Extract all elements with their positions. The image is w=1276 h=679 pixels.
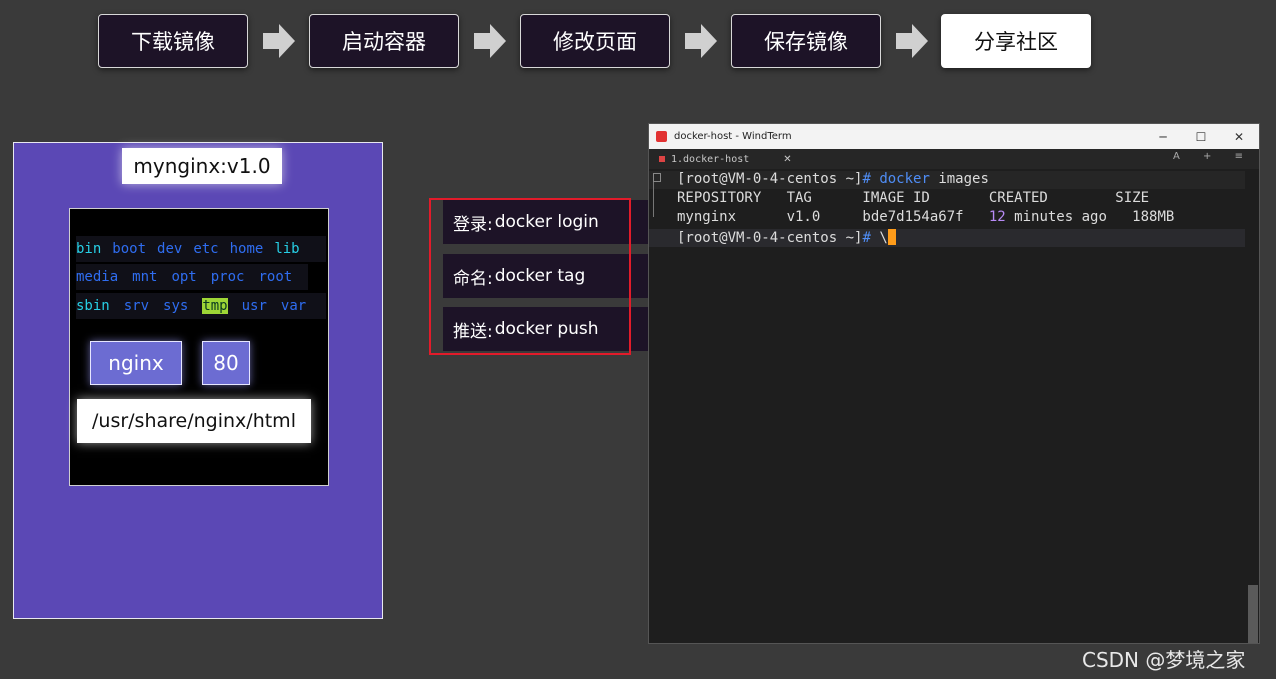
app-box: nginx bbox=[90, 341, 182, 385]
terminal-output[interactable]: [root@VM-0-4-centos ~]# docker images RE… bbox=[649, 169, 1247, 645]
arrow-right-icon bbox=[263, 24, 295, 58]
command-text: docker login bbox=[494, 212, 599, 232]
tab-bar: 1.docker-host ✕ A + ≡ bbox=[649, 149, 1259, 169]
prompt-tail: \ bbox=[879, 230, 888, 246]
image-card-title: mynginx:v1.0 bbox=[122, 148, 282, 184]
dir-label: etc bbox=[193, 241, 219, 257]
dir-label: lib bbox=[274, 241, 300, 257]
minimize-button[interactable]: ─ bbox=[1145, 124, 1181, 149]
dir-label: boot bbox=[112, 241, 147, 257]
command-text: docker push bbox=[494, 319, 599, 339]
dir-label: root bbox=[258, 269, 293, 285]
fs-row-2: media mnt opt proc root bbox=[76, 264, 308, 290]
html-path-box: /usr/share/nginx/html bbox=[77, 399, 311, 443]
terminal-line-command: [root@VM-0-4-centos ~]# docker images bbox=[677, 171, 989, 187]
dir-label: var bbox=[280, 298, 307, 314]
dir-label: opt bbox=[171, 269, 197, 285]
tab-tools[interactable]: A + ≡ bbox=[1173, 151, 1253, 162]
dir-label: sys bbox=[163, 298, 189, 314]
step-share-community: 分享社区 bbox=[941, 14, 1091, 68]
dir-label: srv bbox=[123, 298, 150, 314]
arrow-right-icon bbox=[685, 24, 717, 58]
dir-label: home bbox=[229, 241, 264, 257]
terminal-line-image-row: mynginx v1.0 bde7d154a67f 12 minutes ago… bbox=[677, 209, 1174, 225]
tab-docker-host[interactable]: 1.docker-host bbox=[671, 154, 749, 165]
row-repo: mynginx v1.0 bde7d154a67f bbox=[677, 209, 989, 225]
filesystem-panel: bin boot dev etc home lib media mnt opt … bbox=[69, 208, 329, 486]
title-bar[interactable]: docker-host - WindTerm ─ ☐ ✕ bbox=[649, 124, 1259, 149]
dir-label: bin bbox=[76, 241, 102, 257]
command-label: 登录: bbox=[453, 214, 493, 235]
terminal-window[interactable]: docker-host - WindTerm ─ ☐ ✕ 1.docker-ho… bbox=[648, 123, 1260, 644]
text-cursor bbox=[887, 229, 896, 245]
window-title: docker-host - WindTerm bbox=[674, 131, 792, 142]
arrow-right-icon bbox=[474, 24, 506, 58]
command-login: 登录: docker login bbox=[443, 200, 648, 244]
watermark: CSDN @梦境之家 bbox=[1082, 648, 1246, 672]
dir-label: mnt bbox=[132, 269, 158, 285]
row-rest: minutes ago 188MB bbox=[1005, 209, 1175, 225]
command-text: docker tag bbox=[494, 266, 586, 286]
command-label: 推送: bbox=[453, 321, 493, 342]
scrollbar-thumb[interactable] bbox=[1248, 585, 1258, 643]
step-download-image: 下载镜像 bbox=[98, 14, 248, 68]
command-tag: 命名: docker tag bbox=[443, 254, 648, 298]
prompt-hash: # bbox=[862, 230, 871, 246]
dir-label: sbin bbox=[76, 298, 110, 314]
arrow-right-icon bbox=[896, 24, 928, 58]
app-icon bbox=[656, 131, 667, 142]
dir-label: usr bbox=[241, 298, 267, 314]
step-start-container: 启动容器 bbox=[309, 14, 459, 68]
image-card: mynginx:v1.0 bin boot dev etc home lib m… bbox=[13, 142, 383, 619]
command-push: 推送: docker push bbox=[443, 307, 648, 351]
prompt: [root@VM-0-4-centos ~] bbox=[677, 230, 863, 246]
close-button[interactable]: ✕ bbox=[1221, 124, 1257, 149]
command-label: 命名: bbox=[453, 268, 493, 289]
dir-label: proc bbox=[210, 269, 245, 285]
terminal-line-prompt: [root@VM-0-4-centos ~]# \ bbox=[677, 229, 896, 246]
session-icon bbox=[659, 156, 665, 162]
maximize-button[interactable]: ☐ bbox=[1183, 124, 1219, 149]
scrollbar[interactable] bbox=[1247, 169, 1259, 643]
fs-row-1: bin boot dev etc home lib bbox=[76, 236, 326, 262]
port-box: 80 bbox=[202, 341, 250, 385]
step-modify-page: 修改页面 bbox=[520, 14, 670, 68]
prompt: [root@VM-0-4-centos ~] bbox=[677, 171, 863, 187]
dir-label: media bbox=[76, 269, 119, 285]
prompt-hash: # bbox=[862, 171, 871, 187]
tab-close-icon[interactable]: ✕ bbox=[783, 154, 791, 165]
step-save-image: 保存镜像 bbox=[731, 14, 881, 68]
command-arg: images bbox=[938, 171, 989, 187]
command-word: docker bbox=[879, 171, 930, 187]
fold-toggle-icon[interactable] bbox=[653, 173, 661, 182]
dir-label: dev bbox=[157, 241, 183, 257]
fs-row-3: sbin srv sys tmp usr var bbox=[76, 293, 326, 319]
dir-label-highlighted: tmp bbox=[202, 298, 228, 314]
terminal-line-header: REPOSITORY TAG IMAGE ID CREATED SIZE bbox=[677, 190, 1150, 206]
row-number: 12 bbox=[988, 209, 1006, 225]
